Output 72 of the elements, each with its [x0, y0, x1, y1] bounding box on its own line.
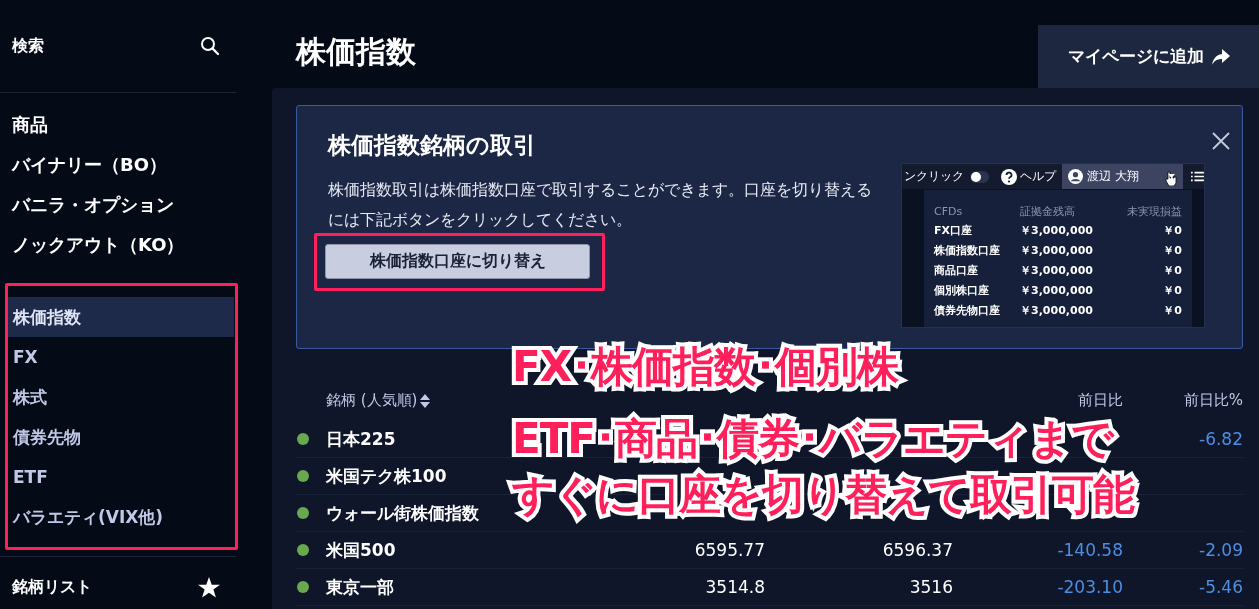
watchlist-label[interactable]: 銘柄リスト [12, 576, 92, 598]
switch-account-button[interactable]: 株価指数口座に切り替え [325, 244, 590, 279]
annotation-text: ETF･商品･債券･バラエティまで [512, 414, 1116, 464]
unrealized-pnl: ￥0 [1162, 282, 1182, 298]
user-icon [1067, 169, 1083, 184]
account-name: 個別株口座 [934, 282, 990, 298]
column-header: 証拠金残高 [1020, 203, 1076, 219]
table-cell-text: 6595.77 [693, 540, 765, 560]
menu-icon[interactable] [1191, 171, 1204, 182]
instrument-name[interactable]: 日本225 [326, 427, 396, 451]
table-cell-text: -5.46 [1198, 577, 1243, 597]
share-arrow-icon [1211, 48, 1230, 65]
table-cell-text: -2.09 [1198, 540, 1243, 560]
banner-title: 株価指数銘柄の取引 [328, 131, 537, 160]
category-item[interactable]: 株価指数 [8, 297, 234, 337]
margin-balance: ￥3,000,000 [1020, 302, 1094, 318]
instrument-name[interactable]: 米国500 [326, 538, 396, 562]
table-cell-text: 3514.8 [704, 577, 765, 597]
category-item[interactable]: 株式 [8, 377, 234, 417]
banner-text: 株価指数取引は株価指数口座で取引することができます。口座を切り替えるには下記ボタンをクリックしてください。 [328, 179, 873, 231]
nav-item[interactable]: バニラ・オプション [0, 185, 236, 225]
table-cell-text: -6.82 [1198, 429, 1243, 449]
category-item[interactable]: FX [8, 337, 234, 377]
column-header[interactable]: 銘柄 (人気順) [326, 391, 418, 410]
instrument-name[interactable]: ウォール街株価指数 [326, 501, 479, 525]
help-icon[interactable] [1000, 168, 1017, 185]
status-dot [297, 507, 309, 519]
account-name: 株価指数口座 [934, 242, 1001, 258]
category-item[interactable]: バラエティ(VIX他) [8, 497, 234, 537]
user-name: 渡辺 大翔 [1086, 168, 1139, 185]
account-name: 商品口座 [934, 262, 979, 278]
page-title: 株価指数 [294, 33, 416, 71]
instrument-name[interactable]: 米国テク株100 [326, 464, 447, 488]
pointer-hand-icon [1164, 171, 1177, 186]
section-heading: 商品 [11, 113, 49, 137]
category-item[interactable]: ETF [8, 457, 234, 497]
table-cell-text: 3516 [908, 577, 953, 597]
status-dot [297, 470, 309, 482]
unrealized-pnl: ￥0 [1162, 222, 1182, 238]
nav-item[interactable]: バイナリー（BO） [0, 145, 236, 185]
margin-balance: ￥3,000,000 [1020, 222, 1094, 238]
add-to-mypage-button[interactable]: マイページに追加 [1038, 25, 1259, 88]
toggle-label: ンクリック [903, 168, 964, 185]
margin-balance: ￥3,000,000 [1020, 262, 1094, 278]
unrealized-pnl: ￥0 [1162, 242, 1182, 258]
sort-icon[interactable] [419, 393, 432, 408]
margin-balance: ￥3,000,000 [1020, 242, 1094, 258]
search-icon[interactable] [200, 36, 220, 56]
unrealized-pnl: ￥0 [1162, 262, 1182, 278]
star-icon[interactable] [198, 576, 220, 598]
table-cell-text: 6596.37 [881, 540, 953, 560]
column-header[interactable]: 前日比 [953, 391, 1123, 410]
search-label: 検索 [12, 35, 44, 57]
column-header: CFDs [934, 204, 964, 218]
status-dot [297, 433, 309, 445]
column-header: 未実現損益 [1126, 203, 1182, 219]
instrument-name[interactable]: 東京一部 [326, 575, 394, 599]
status-dot [297, 581, 309, 593]
margin-balance: ￥3,000,000 [1020, 282, 1094, 298]
account-name: 債券先物口座 [934, 302, 1001, 318]
help-label[interactable]: ヘルプ [1019, 168, 1056, 185]
unrealized-pnl: ￥0 [1162, 302, 1182, 318]
account-name: FX口座 [934, 222, 973, 238]
table-cell-text: -203.10 [1056, 577, 1123, 597]
nav-item[interactable]: ノックアウト（KO） [0, 225, 236, 265]
table-cell-text: -140.58 [1056, 540, 1123, 560]
toggle-switch[interactable] [970, 170, 989, 183]
column-header[interactable]: 前日比% [1123, 391, 1243, 410]
user-menu[interactable]: 渡辺 大翔 [1061, 164, 1184, 189]
category-item[interactable]: 債券先物 [8, 417, 234, 457]
close-icon[interactable] [1212, 132, 1230, 150]
status-dot [297, 544, 309, 556]
